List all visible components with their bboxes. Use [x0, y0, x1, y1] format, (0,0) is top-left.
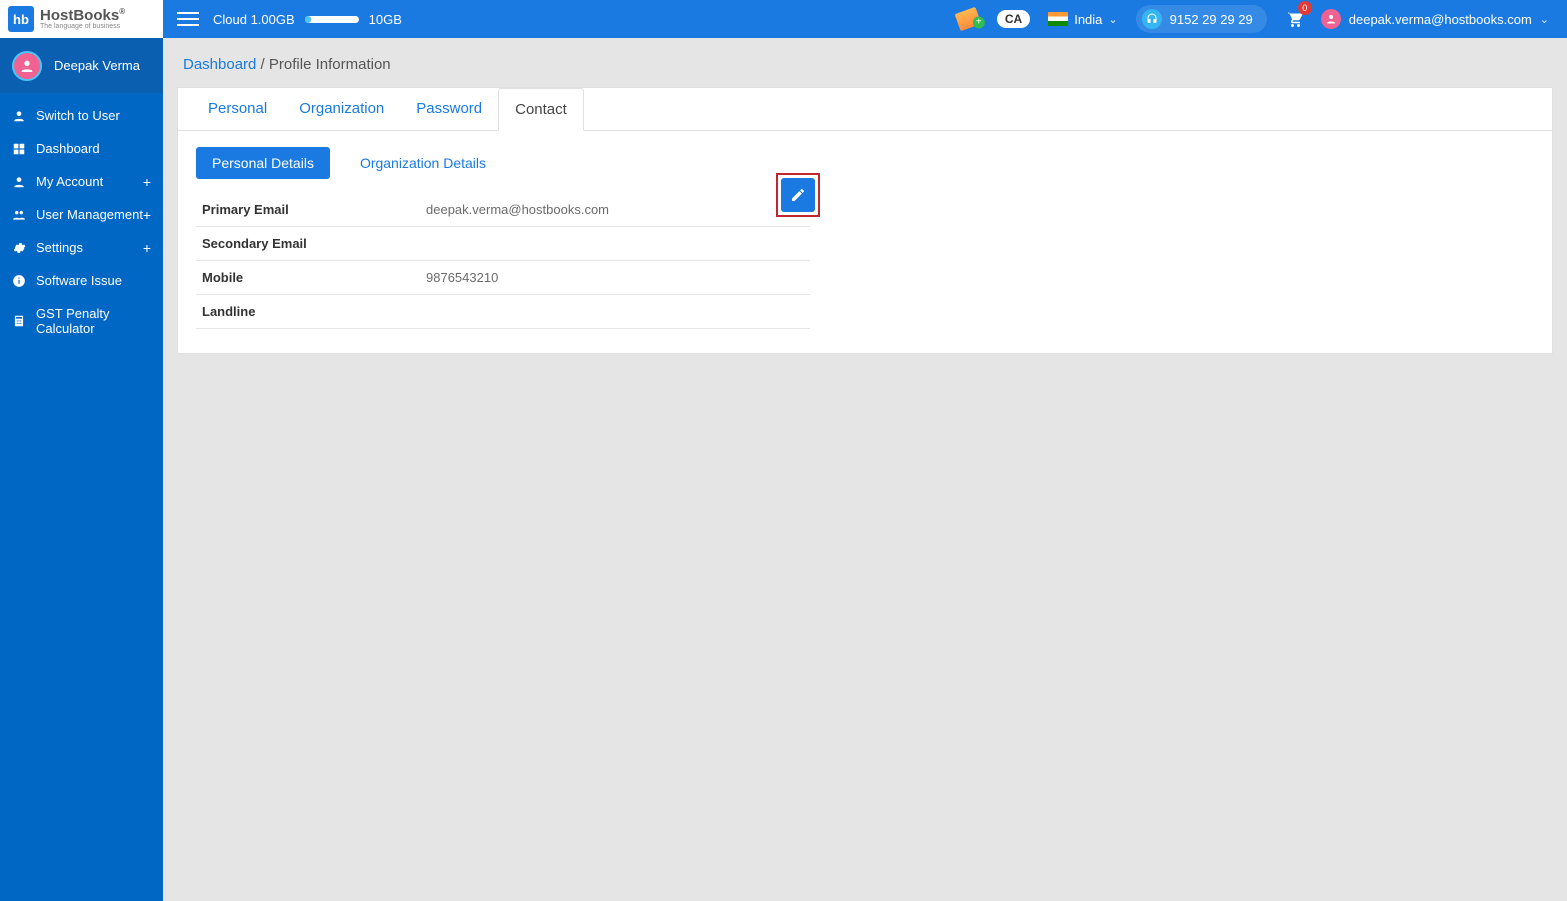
breadcrumb-sep: /	[256, 56, 269, 73]
gear-icon	[12, 241, 26, 255]
tab-password[interactable]: Password	[400, 88, 498, 130]
ticket-add-icon[interactable]	[954, 7, 981, 31]
top-user-menu[interactable]: deepak.verma@hostbooks.com ⌄	[1321, 9, 1549, 29]
pencil-icon	[790, 187, 806, 203]
contact-details-table: Primary Email deepak.verma@hostbooks.com…	[196, 193, 810, 329]
row-landline: Landline	[196, 295, 810, 329]
menu-toggle-icon[interactable]	[177, 8, 199, 30]
sidebar-item-settings[interactable]: Settings +	[0, 231, 163, 264]
sidebar-item-gst-calculator[interactable]: GST Penalty Calculator	[0, 297, 163, 345]
tab-personal[interactable]: Personal	[192, 88, 283, 130]
breadcrumb-current: Profile Information	[269, 56, 391, 73]
profile-tabs: Personal Organization Password Contact	[178, 88, 1552, 131]
support-phone-pill[interactable]: 9152 29 29 29	[1136, 5, 1267, 33]
tab-organization[interactable]: Organization	[283, 88, 400, 130]
field-value: deepak.verma@hostbooks.com	[426, 202, 609, 217]
sidebar-item-label: My Account	[36, 174, 103, 189]
sidebar-item-label: Dashboard	[36, 141, 100, 156]
calculator-icon	[12, 314, 26, 328]
sidebar-item-user-management[interactable]: User Management +	[0, 198, 163, 231]
cloud-meter-bar	[305, 16, 359, 23]
subtab-personal-details[interactable]: Personal Details	[196, 147, 330, 179]
sidebar-item-software-issue[interactable]: Software Issue	[0, 264, 163, 297]
users-icon	[12, 208, 26, 222]
field-value: 9876543210	[426, 270, 498, 285]
cart-button[interactable]: 0	[1285, 9, 1303, 30]
sidebar-item-label: GST Penalty Calculator	[36, 306, 151, 336]
edit-button[interactable]	[781, 178, 815, 212]
field-label: Mobile	[202, 270, 426, 285]
main-content: Dashboard / Profile Information Personal…	[163, 38, 1567, 368]
ca-badge[interactable]: CA	[997, 10, 1030, 28]
cloud-used-label: Cloud 1.00GB	[213, 12, 295, 27]
user-icon	[12, 109, 26, 123]
avatar-icon	[1321, 9, 1341, 29]
row-mobile: Mobile 9876543210	[196, 261, 810, 295]
contact-subtabs: Personal Details Organization Details	[196, 147, 1534, 179]
plus-icon: +	[143, 174, 151, 190]
cart-count-badge: 0	[1298, 1, 1312, 15]
sidebar-user[interactable]: Deepak Verma	[0, 38, 163, 93]
breadcrumb-root-link[interactable]: Dashboard	[183, 56, 256, 73]
breadcrumb: Dashboard / Profile Information	[183, 56, 1549, 73]
brand-logo[interactable]: hb HostBooks® The language of business	[0, 0, 163, 38]
tab-contact[interactable]: Contact	[498, 88, 584, 131]
account-icon	[12, 175, 26, 189]
sidebar-item-label: Settings	[36, 240, 83, 255]
cloud-storage-meter: Cloud 1.00GB 10GB	[213, 12, 402, 27]
sidebar-item-label: Switch to User	[36, 108, 120, 123]
field-label: Landline	[202, 304, 426, 319]
edit-highlight	[776, 173, 820, 217]
top-bar: hb HostBooks® The language of business C…	[0, 0, 1567, 38]
sidebar-item-label: User Management	[36, 207, 143, 222]
info-icon	[12, 274, 26, 288]
brand-text: HostBooks® The language of business	[40, 8, 125, 30]
row-secondary-email: Secondary Email	[196, 227, 810, 261]
country-label: India	[1074, 12, 1102, 27]
avatar-icon	[12, 51, 42, 81]
chevron-down-icon: ⌄	[1108, 13, 1117, 26]
subtab-organization-details[interactable]: Organization Details	[344, 147, 502, 179]
sidebar: Deepak Verma Switch to User Dashboard My…	[0, 38, 163, 901]
chevron-down-icon: ⌄	[1540, 13, 1549, 26]
brand-mark: hb	[8, 6, 34, 32]
cloud-total-label: 10GB	[369, 12, 402, 27]
sidebar-user-name: Deepak Verma	[54, 58, 140, 73]
sidebar-item-switch-user[interactable]: Switch to User	[0, 99, 163, 132]
support-phone-label: 9152 29 29 29	[1170, 12, 1253, 27]
field-label: Secondary Email	[202, 236, 426, 251]
sidebar-item-dashboard[interactable]: Dashboard	[0, 132, 163, 165]
row-primary-email: Primary Email deepak.verma@hostbooks.com	[196, 193, 810, 227]
headset-icon	[1142, 9, 1162, 29]
india-flag-icon	[1048, 12, 1068, 26]
plus-icon: +	[143, 240, 151, 256]
sidebar-item-my-account[interactable]: My Account +	[0, 165, 163, 198]
dashboard-icon	[12, 142, 26, 156]
top-user-email: deepak.verma@hostbooks.com	[1349, 12, 1532, 27]
plus-icon: +	[143, 207, 151, 223]
field-label: Primary Email	[202, 202, 426, 217]
country-selector[interactable]: India ⌄	[1048, 12, 1117, 27]
sidebar-nav: Switch to User Dashboard My Account + Us…	[0, 93, 163, 345]
sidebar-item-label: Software Issue	[36, 273, 122, 288]
profile-card: Personal Organization Password Contact P…	[177, 87, 1553, 354]
